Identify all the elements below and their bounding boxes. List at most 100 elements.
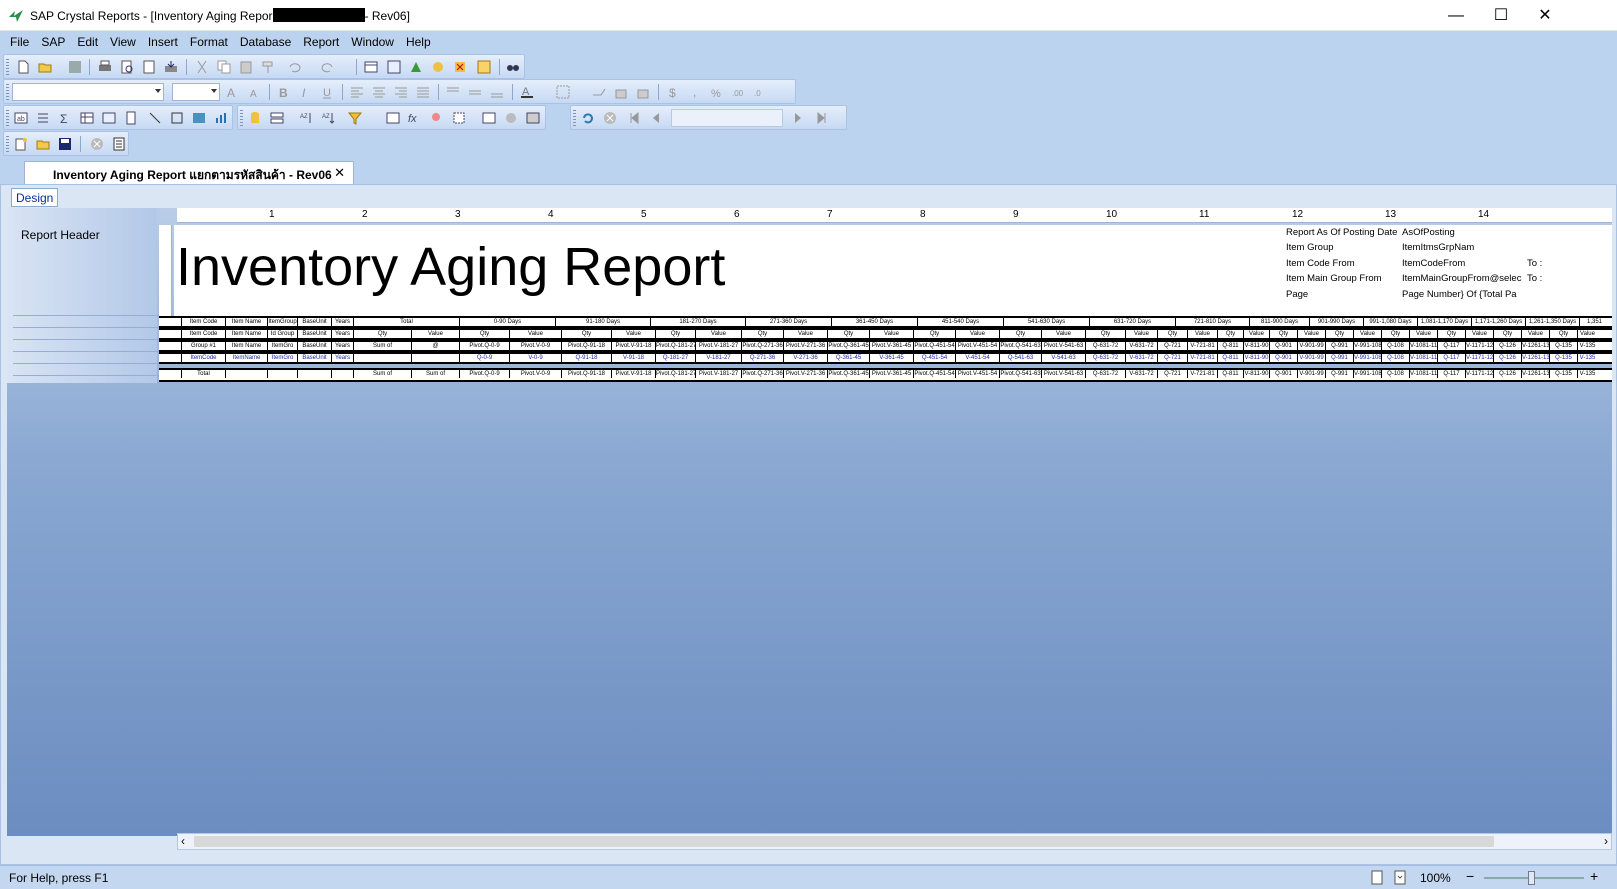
- details-cell[interactable]: V-181-27: [695, 354, 741, 362]
- footer-cell[interactable]: Q-108: [1381, 370, 1409, 378]
- menu-view[interactable]: View: [104, 31, 142, 54]
- header2-cell[interactable]: Value: [509, 330, 561, 338]
- record-sort-expert-icon[interactable]: AZ: [322, 111, 336, 125]
- increase-font-icon[interactable]: A: [226, 85, 240, 99]
- group-cell[interactable]: Pivot.Q-91-18: [561, 342, 611, 350]
- footer-cell[interactable]: Q-135: [1549, 370, 1577, 378]
- decrease-font-icon[interactable]: A: [248, 85, 262, 99]
- undo-icon[interactable]: [287, 60, 301, 74]
- footer-cell[interactable]: Pivot.Q-91-18: [561, 370, 611, 378]
- details-cell[interactable]: Q-631-72: [1085, 354, 1125, 362]
- details-cell[interactable]: V-0-9: [509, 354, 561, 362]
- header1-cell[interactable]: ItemGroup: [267, 318, 297, 326]
- menu-insert[interactable]: Insert: [142, 31, 184, 54]
- maximize-button[interactable]: ☐: [1478, 0, 1524, 31]
- header1-cell[interactable]: 1,261-1,350 Days: [1525, 318, 1579, 326]
- select-expert-icon[interactable]: [431, 60, 445, 74]
- param-to-main-group[interactable]: To :: [1527, 273, 1542, 284]
- details-cell[interactable]: V-91-18: [611, 354, 655, 362]
- page-header-band-1[interactable]: Item Code Item Name ItemGroup BaseUnit Years…: [159, 316, 1612, 328]
- details-cell[interactable]: V-541-63: [1041, 354, 1085, 362]
- details-cell[interactable]: [411, 354, 459, 362]
- header2-cell[interactable]: Qty: [353, 330, 411, 338]
- bold-icon[interactable]: B: [276, 85, 290, 99]
- footer-cell[interactable]: Pivot.V-451-54: [955, 370, 999, 378]
- insert-chart-icon[interactable]: [214, 111, 228, 125]
- document-tab[interactable]: Inventory Aging Report แยกตามรหัสสินค้า …: [24, 161, 354, 184]
- footer-cell[interactable]: Pivot.V-361-45: [869, 370, 913, 378]
- align-right-icon[interactable]: [394, 85, 408, 99]
- insert-box-icon[interactable]: [170, 111, 184, 125]
- footer-cell[interactable]: Total: [181, 370, 225, 378]
- group-cell[interactable]: Pivot.V-91-18: [611, 342, 655, 350]
- line-style-icon[interactable]: [592, 85, 606, 99]
- footer-cell[interactable]: Pivot.V-181-27: [695, 370, 741, 378]
- scroll-thumb[interactable]: [194, 836, 1494, 847]
- details-cell[interactable]: V-135: [1577, 354, 1597, 362]
- footer-cell[interactable]: [297, 370, 331, 378]
- param-field-posting-date[interactable]: AsOfPosting: [1402, 227, 1455, 238]
- previous-page-icon[interactable]: [649, 111, 663, 125]
- group-cell[interactable]: Pivot.Q-361-45: [827, 342, 869, 350]
- footer-cell[interactable]: Pivot.Q-271-36: [741, 370, 783, 378]
- footer-cell[interactable]: Pivot.V-541-63: [1041, 370, 1085, 378]
- group-cell[interactable]: Pivot.V-181-27: [695, 342, 741, 350]
- group-cell[interactable]: Pivot.V-0-9: [509, 342, 561, 350]
- next-page-icon[interactable]: [791, 111, 805, 125]
- header2-cell[interactable]: Qty: [1325, 330, 1353, 338]
- align-center-icon[interactable]: [372, 85, 386, 99]
- details-cell[interactable]: Q-126: [1493, 354, 1521, 362]
- group-cell[interactable]: Pivot.V-361-45: [869, 342, 913, 350]
- header2-cell[interactable]: Qty: [1437, 330, 1465, 338]
- insert-line-icon[interactable]: [148, 111, 162, 125]
- footer-cell[interactable]: V-631-72: [1125, 370, 1157, 378]
- group-cell[interactable]: V-811-90: [1243, 342, 1269, 350]
- footer-cell[interactable]: Q-721: [1157, 370, 1187, 378]
- project-properties-icon[interactable]: [112, 137, 126, 151]
- details-cell[interactable]: Q-0-9: [459, 354, 509, 362]
- align-middle-icon[interactable]: [468, 85, 482, 99]
- details-cell[interactable]: V-271-36: [783, 354, 827, 362]
- details-cell[interactable]: Q-135: [1549, 354, 1577, 362]
- header2-cell[interactable]: Id Group: [267, 330, 297, 338]
- header2-cell[interactable]: Value: [1521, 330, 1549, 338]
- select-expert-filter-icon[interactable]: [348, 111, 362, 125]
- footer-cell[interactable]: V-721-81: [1187, 370, 1217, 378]
- footer-cell[interactable]: Pivot.V-271-36: [783, 370, 827, 378]
- group-cell[interactable]: Q-901: [1269, 342, 1297, 350]
- details-cell[interactable]: Q-721: [1157, 354, 1187, 362]
- details-cell[interactable]: Q-271-36: [741, 354, 783, 362]
- open-project-icon[interactable]: [36, 137, 50, 151]
- group-cell[interactable]: Pivot.V-451-54: [955, 342, 999, 350]
- font-size-dropdown[interactable]: [172, 83, 220, 101]
- header2-cell[interactable]: Value: [1297, 330, 1325, 338]
- param-to-item-code[interactable]: To :: [1527, 258, 1542, 269]
- details-cell[interactable]: V-631-72: [1125, 354, 1157, 362]
- details-cell[interactable]: V-721-81: [1187, 354, 1217, 362]
- new-icon[interactable]: [16, 60, 30, 74]
- header2-cell[interactable]: Item Code: [181, 330, 225, 338]
- param-field-item-group[interactable]: ItemItmsGrpNam: [1402, 242, 1474, 253]
- details-cell[interactable]: BaseUnit: [297, 354, 331, 362]
- details-cell[interactable]: Q-451-54: [913, 354, 955, 362]
- header2-cell[interactable]: Value: [411, 330, 459, 338]
- paste-icon[interactable]: [239, 60, 253, 74]
- header2-cell[interactable]: Qty: [741, 330, 783, 338]
- header1-cell[interactable]: Item Code: [181, 318, 225, 326]
- align-bottom-icon[interactable]: [490, 85, 504, 99]
- header2-cell[interactable]: Qty: [999, 330, 1041, 338]
- save-project-icon[interactable]: [58, 137, 72, 151]
- details-cell[interactable]: Q-361-45: [827, 354, 869, 362]
- increase-decimals-icon[interactable]: .00: [732, 85, 746, 99]
- footer-cell[interactable]: V-901-99: [1297, 370, 1325, 378]
- header2-cell[interactable]: Value: [1577, 330, 1597, 338]
- group-cell[interactable]: Q-117: [1437, 342, 1465, 350]
- align-left-icon[interactable]: [350, 85, 364, 99]
- header1-cell[interactable]: Total: [353, 318, 459, 326]
- page-number-input[interactable]: [671, 109, 783, 127]
- insert-group-icon[interactable]: [36, 111, 50, 125]
- group-cell[interactable]: Q-811: [1217, 342, 1243, 350]
- footer-cell[interactable]: Q-631-72: [1085, 370, 1125, 378]
- details-cell[interactable]: V-901-99: [1297, 354, 1325, 362]
- group-cell[interactable]: Q-135: [1549, 342, 1577, 350]
